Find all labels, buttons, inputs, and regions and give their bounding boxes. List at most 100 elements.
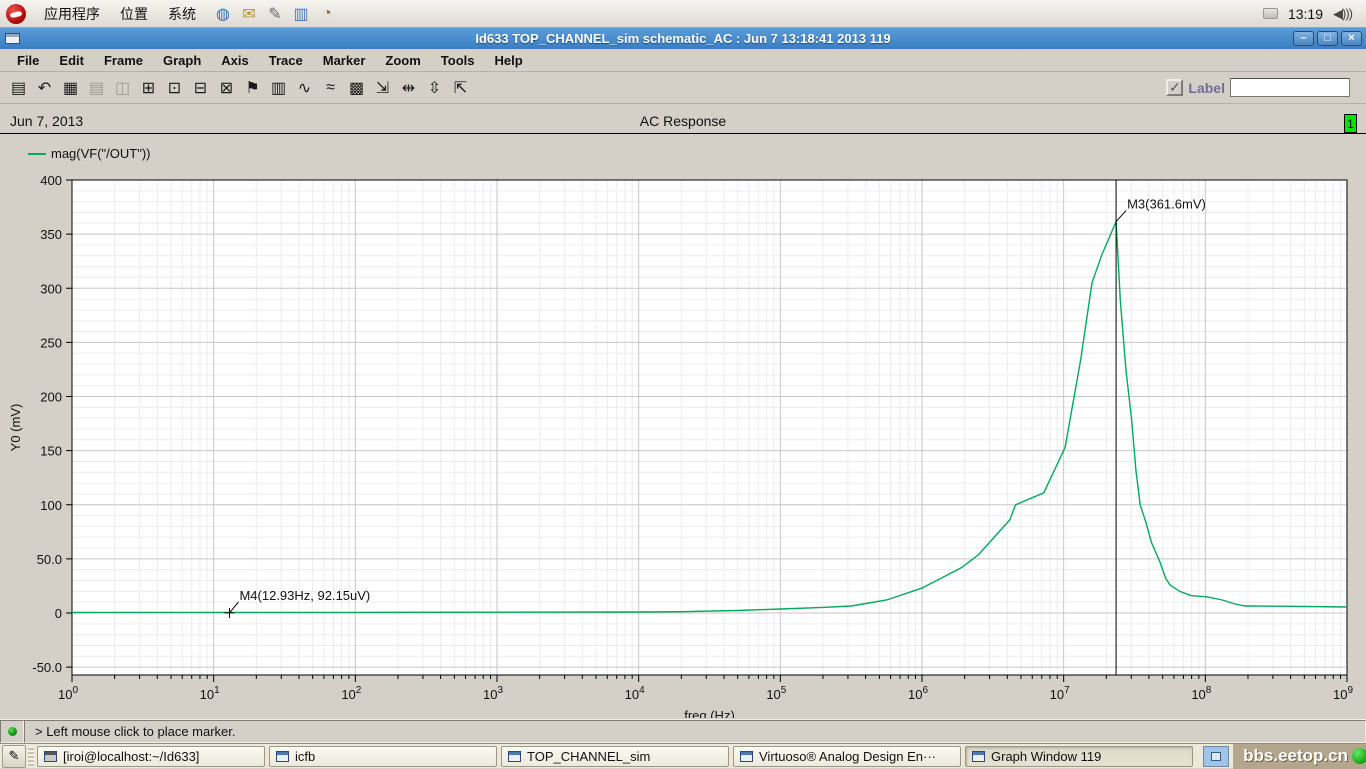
status-bar: > Left mouse click to place marker. [0,719,1366,743]
toolbar: ▤ ↶ ▦ ▤ ◫ ⊞ ⊡ ⊟ ⊠ ⚑ ▥ ∿ ≈ ▩ ⇲ ⇹ ⇳ ⇱ ✓ Label [0,72,1366,104]
task-button[interactable]: Virtuoso® Analog Design En··· [733,745,961,767]
menu-file[interactable]: File [8,51,48,70]
marker-icon[interactable]: ⚑ [240,75,265,100]
workspace-pager[interactable] [1203,745,1229,767]
zoom-fit-icon[interactable]: ⇲ [370,75,395,100]
status-led-icon [7,727,17,736]
new-window-icon[interactable]: ⊡ [162,75,187,100]
watermark-dot-icon [1352,748,1366,764]
clock[interactable]: 13:19 [1288,6,1323,22]
label-checkbox[interactable]: ✓ [1166,79,1184,96]
volume-icon[interactable]: ◀))) [1333,6,1353,22]
status-message: > Left mouse click to place marker. [24,720,1366,743]
pie-chart-icon[interactable]: ◔ [316,3,338,25]
menu-trace[interactable]: Trace [260,51,312,70]
tray-applet-icon[interactable] [1262,8,1278,19]
overlay-icon: ◫ [114,79,131,97]
svg-text:M3(361.6mV): M3(361.6mV) [1127,197,1206,212]
fit-window-icon[interactable]: ⇱ [448,75,473,100]
web-browser-icon[interactable]: ◍ [212,3,234,25]
header-divider [0,133,1366,134]
menu-help[interactable]: Help [485,51,531,70]
menu-edit[interactable]: Edit [50,51,93,70]
page-number-badge: 1 [1344,114,1357,133]
ac-response-chart[interactable]: 400 350 300 250 200 150 100 50.0 0 -50.0 100 101 102… [0,140,1366,718]
email-icon[interactable]: ✉ [238,3,260,25]
menu-zoom[interactable]: Zoom [376,51,429,70]
watermark-text: bbs.eetop.cn [1243,746,1348,765]
desktop-menu[interactable]: 系统 [158,2,206,26]
minimize-button[interactable]: – [1293,31,1314,46]
monitor-icon[interactable]: ▥ [290,3,312,25]
menu-tools[interactable]: Tools [432,51,484,70]
table-icon[interactable]: ▥ [266,75,291,100]
menu-axis[interactable]: Axis [212,51,257,70]
taskbar: ✎ [iroi@localhost:~/Id633] icfb TOP_CHANNE… [0,743,1366,769]
desktop-panel: 应用程序 位置 系统 ◍ ✉ ✎ ▥ ◔ 13:19 ◀))) [0,0,1366,28]
calculator-icon[interactable]: ▩ [344,75,369,100]
svg-text:105: 105 [766,685,786,702]
svg-text:100: 100 [40,498,62,513]
show-desktop-icon[interactable]: ✎ [2,744,26,768]
svg-text:400: 400 [40,173,62,188]
menu-marker[interactable]: Marker [314,51,375,70]
svg-text:102: 102 [341,685,361,702]
close-button[interactable]: × [1341,31,1362,46]
svg-text:104: 104 [625,685,645,702]
desktop-menus: 应用程序 位置 系统 [34,2,206,26]
notes-icon[interactable]: ✎ [264,3,286,25]
svg-text:100: 100 [58,685,78,702]
zoom-x-icon[interactable]: ⇹ [396,75,421,100]
task-button[interactable]: Graph Window 119 [965,745,1193,767]
desktop-menu[interactable]: 位置 [110,2,158,26]
window-icon [508,750,521,762]
task-button[interactable]: icfb [269,745,497,767]
svg-text:150: 150 [40,444,62,459]
svg-text:300: 300 [40,281,62,296]
system-tray: 13:19 ◀))) [1262,6,1360,22]
subwindow-icon[interactable]: ⊟ [188,75,213,100]
eye-diagram-icon[interactable]: ≈ [318,75,343,100]
svg-text:103: 103 [483,685,503,702]
graph-panel: Jun 7, 2013 AC Response 1 mag(VF("/OUT")… [0,104,1366,720]
label-checkbox-text: Label [1188,79,1225,96]
maximize-button[interactable]: □ [1317,31,1338,46]
grid-icon[interactable]: ▦ [58,75,83,100]
status-led-cell [0,720,24,743]
svg-text:freq (Hz): freq (Hz) [684,708,735,718]
task-button-label: icfb [295,748,316,764]
svg-text:M4(12.93Hz, 92.15uV): M4(12.93Hz, 92.15uV) [239,588,370,603]
terminal-icon [44,750,57,762]
svg-text:106: 106 [908,685,928,702]
window-title-bar: Id633 TOP_CHANNEL_sim schematic_AC : Jun… [0,28,1366,49]
red-hat-menu-icon[interactable] [6,3,26,24]
pan-icon[interactable]: ⊠ [214,75,239,100]
split-window-icon[interactable]: ⊞ [136,75,161,100]
task-button-label: Graph Window 119 [991,748,1102,764]
svg-text:109: 109 [1333,685,1353,702]
undo-icon[interactable]: ↶ [32,75,57,100]
label-input[interactable] [1230,78,1350,97]
menu-frame[interactable]: Frame [95,51,152,70]
svg-text:-50.0: -50.0 [32,660,62,675]
task-button[interactable]: [iroi@localhost:~/Id633] [37,745,265,767]
svg-text:200: 200 [40,390,62,405]
taskbar-grip[interactable] [28,746,34,766]
desktop-menu[interactable]: 应用程序 [34,2,110,26]
menu-graph[interactable]: Graph [154,51,210,70]
window-title: Id633 TOP_CHANNEL_sim schematic_AC : Jun… [475,31,891,46]
svg-text:101: 101 [200,685,220,702]
desktop-app-launchers: ◍ ✉ ✎ ▥ ◔ [210,3,340,25]
svg-text:250: 250 [40,335,62,350]
toolbar-icons: ▤ ↶ ▦ ▤ ◫ ⊞ ⊡ ⊟ ⊠ ⚑ ▥ ∿ ≈ ▩ ⇲ ⇹ ⇳ ⇱ [6,75,474,100]
svg-text:350: 350 [40,227,62,242]
print-icon[interactable]: ▤ [6,75,31,100]
pager-window-icon [1211,751,1221,761]
svg-text:0: 0 [55,606,62,621]
waveform-icon[interactable]: ∿ [292,75,317,100]
window-icon [972,750,985,762]
task-button[interactable]: TOP_CHANNEL_sim [501,745,729,767]
svg-text:Y0 (mV): Y0 (mV) [8,404,23,452]
svg-text:50.0: 50.0 [37,552,62,567]
zoom-y-icon[interactable]: ⇳ [422,75,447,100]
